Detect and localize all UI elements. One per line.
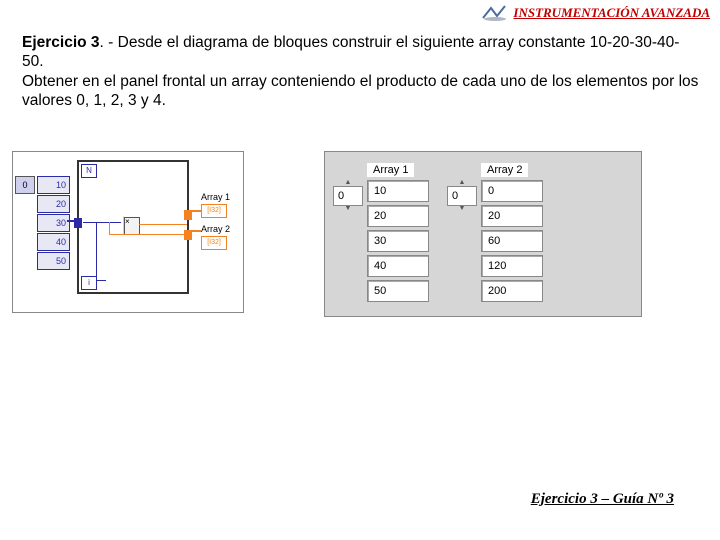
loop-i-terminal: i	[81, 276, 97, 290]
fp-array2-column: ▲ 0 ▼ Array 2 0 20 60 120 200	[447, 160, 543, 302]
exercise-label: Ejercicio 3	[22, 34, 100, 51]
indicator-1-icon: [I32]	[201, 204, 227, 218]
input-tunnel-icon	[74, 218, 82, 228]
multiply-label: ×	[125, 217, 130, 226]
wire	[139, 224, 187, 225]
array2-cell[interactable]: 200	[481, 280, 543, 302]
bd-array-index: 0	[15, 176, 35, 194]
array2-cell[interactable]: 0	[481, 180, 543, 202]
brand-logo-icon	[481, 4, 509, 22]
bd-const-3: 40	[37, 233, 70, 251]
spin-down-icon[interactable]: ▼	[459, 206, 466, 212]
array1-cell[interactable]: 40	[367, 255, 429, 277]
indicator-1-label: Array 1	[201, 192, 230, 202]
indicator-2-label: Array 2	[201, 224, 230, 234]
array1-cell[interactable]: 10	[367, 180, 429, 202]
array1-cell[interactable]: 30	[367, 230, 429, 252]
array2-index[interactable]: 0	[447, 186, 477, 206]
array2-cell[interactable]: 120	[481, 255, 543, 277]
footer-link[interactable]: Ejercicio 3 – Guía Nº 3	[531, 491, 674, 508]
array2-cell[interactable]: 60	[481, 230, 543, 252]
wire	[187, 210, 201, 212]
page-header: INSTRUMENTACIÓN AVANZADA	[0, 0, 720, 27]
wire	[83, 222, 121, 223]
array1-cell[interactable]: 50	[367, 280, 429, 302]
exercise-line1: . - Desde el diagrama de bloques constru…	[22, 34, 679, 70]
wire	[96, 280, 106, 281]
fp-array1-column: ▲ 0 ▼ Array 1 10 20 30 40 50	[333, 160, 429, 302]
exercise-text: Ejercicio 3. - Desde el diagrama de bloq…	[0, 27, 720, 111]
block-diagram: 0 10 20 30 40 50 N i × Array 1 [I3	[12, 151, 244, 313]
loop-n-terminal: N	[81, 164, 97, 178]
front-panel: ▲ 0 ▼ Array 1 10 20 30 40 50 ▲ 0 ▼	[324, 151, 642, 317]
bd-const-2: 30	[37, 214, 70, 232]
for-loop: N i ×	[77, 160, 189, 294]
array1-index[interactable]: 0	[333, 186, 363, 206]
indicator-2-icon: [I32]	[201, 236, 227, 250]
array1-label: Array 1	[367, 163, 414, 177]
spin-down-icon[interactable]: ▼	[345, 206, 352, 212]
bd-const-4: 50	[37, 252, 70, 270]
header-title: INSTRUMENTACIÓN AVANZADA	[513, 5, 710, 21]
exercise-line2: Obtener en el panel frontal un array con…	[22, 73, 698, 109]
wire	[96, 222, 97, 280]
wire	[109, 222, 110, 234]
array1-cell[interactable]: 20	[367, 205, 429, 227]
bd-const-0: 10	[37, 176, 70, 194]
wire	[109, 234, 187, 235]
array2-label: Array 2	[481, 163, 528, 177]
bd-const-1: 20	[37, 195, 70, 213]
footer-text: Ejercicio 3 – Guía Nº 3	[531, 491, 674, 507]
wire	[187, 230, 201, 232]
array2-cell[interactable]: 20	[481, 205, 543, 227]
